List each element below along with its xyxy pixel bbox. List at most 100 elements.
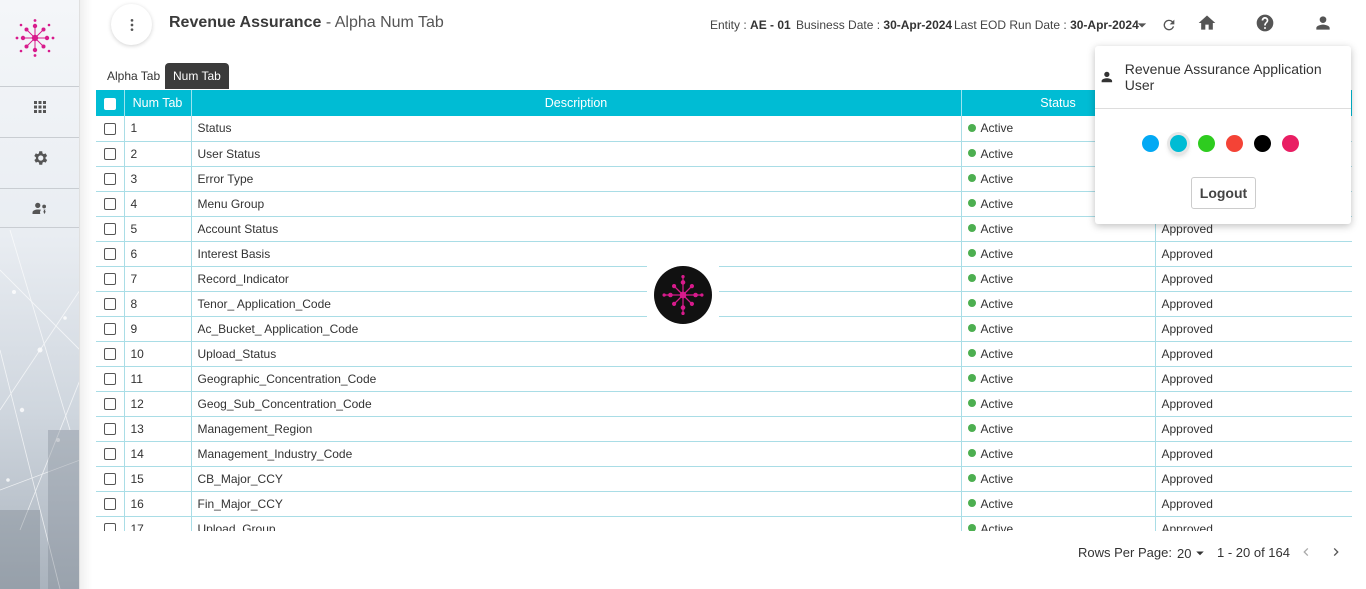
status-cell: Active bbox=[961, 391, 1156, 417]
table-row[interactable]: 7 Record_Indicator Active Approved bbox=[96, 266, 1352, 292]
description-cell: Geographic_Concentration_Code bbox=[191, 366, 962, 392]
status-dot-icon bbox=[967, 124, 976, 133]
business-date-label: Business Date : bbox=[796, 18, 881, 32]
row-checkbox[interactable] bbox=[103, 173, 116, 186]
status-text: Active bbox=[980, 371, 1014, 386]
status-text: Active bbox=[980, 496, 1014, 511]
sidebar-item-users[interactable] bbox=[0, 188, 79, 228]
row-checkbox[interactable] bbox=[103, 248, 116, 261]
row-select-cell bbox=[96, 441, 125, 467]
num-tab-cell: 16 bbox=[124, 491, 192, 517]
row-checkbox[interactable] bbox=[103, 448, 116, 461]
select-all-checkbox[interactable] bbox=[103, 97, 116, 110]
status-cell: Active bbox=[961, 466, 1156, 492]
status-text: Active bbox=[980, 396, 1014, 411]
num-tab-cell: 7 bbox=[124, 266, 192, 292]
rows-per-page-label: Rows Per Page: bbox=[1078, 545, 1172, 560]
loading-spinner bbox=[647, 265, 719, 325]
row-select-cell bbox=[96, 241, 125, 267]
row-checkbox[interactable] bbox=[103, 423, 116, 436]
theme-swatch-cyan[interactable] bbox=[1170, 135, 1187, 152]
user-menu-button[interactable] bbox=[1312, 12, 1334, 34]
rows-per-page-select[interactable]: 20 bbox=[1177, 545, 1209, 562]
row-checkbox[interactable] bbox=[103, 273, 116, 286]
refresh-button[interactable] bbox=[1158, 14, 1180, 36]
row-select-cell bbox=[96, 341, 125, 367]
title-separator: - bbox=[321, 14, 335, 31]
row-checkbox[interactable] bbox=[103, 473, 116, 486]
status-cell: Active bbox=[961, 366, 1156, 392]
theme-swatch-light-blue[interactable] bbox=[1142, 135, 1159, 152]
row-checkbox[interactable] bbox=[103, 348, 116, 361]
table-row[interactable]: 17 Upload_Group Active Approved bbox=[96, 516, 1352, 531]
status-text: Active bbox=[980, 296, 1014, 311]
description-cell: Interest Basis bbox=[191, 241, 962, 267]
theme-swatch-pink[interactable] bbox=[1282, 135, 1299, 152]
entity-label: Entity : bbox=[710, 18, 747, 32]
status-dot-icon bbox=[967, 149, 976, 158]
status-text: Active bbox=[980, 446, 1014, 461]
auth-status-cell: Approved bbox=[1155, 291, 1352, 317]
spinner-logo-icon bbox=[662, 274, 704, 316]
table-row[interactable]: 8 Tenor_ Application_Code Active Approved bbox=[96, 291, 1352, 317]
table-row[interactable]: 12 Geog_Sub_Concentration_Code Active Appro… bbox=[96, 391, 1352, 417]
next-page-button[interactable] bbox=[1328, 544, 1344, 563]
status-cell: Active bbox=[961, 516, 1156, 532]
row-checkbox[interactable] bbox=[103, 323, 116, 336]
tab-alpha[interactable]: Alpha Tab bbox=[99, 63, 169, 89]
eod-dropdown-toggle[interactable] bbox=[1131, 14, 1153, 36]
help-button[interactable] bbox=[1254, 12, 1276, 34]
row-select-cell bbox=[96, 216, 125, 242]
kebab-menu-button[interactable] bbox=[111, 4, 152, 45]
row-checkbox[interactable] bbox=[103, 148, 116, 161]
table-row[interactable]: 16 Fin_Major_CCY Active Approved bbox=[96, 491, 1352, 517]
table-row[interactable]: 13 Management_Region Active Approved bbox=[96, 416, 1352, 442]
status-dot-icon bbox=[967, 499, 976, 508]
column-header-description[interactable]: Description bbox=[191, 90, 962, 116]
status-dot-icon bbox=[967, 424, 976, 433]
logout-button[interactable]: Logout bbox=[1191, 177, 1256, 209]
theme-swatch-black[interactable] bbox=[1254, 135, 1271, 152]
sidebar-item-apps[interactable] bbox=[0, 86, 79, 126]
status-text: Active bbox=[980, 196, 1014, 211]
row-checkbox[interactable] bbox=[103, 398, 116, 411]
status-text: Active bbox=[980, 421, 1014, 436]
home-button[interactable] bbox=[1196, 12, 1218, 34]
row-select-cell bbox=[96, 116, 125, 142]
theme-swatch-green[interactable] bbox=[1198, 135, 1215, 152]
theme-swatch-red[interactable] bbox=[1226, 135, 1243, 152]
row-checkbox[interactable] bbox=[103, 523, 116, 531]
table-row[interactable]: 11 Geographic_Concentration_Code Active App… bbox=[96, 366, 1352, 392]
sidebar-background-art bbox=[0, 230, 79, 589]
num-tab-cell: 14 bbox=[124, 441, 192, 467]
previous-page-button[interactable] bbox=[1298, 544, 1314, 563]
status-cell: Active bbox=[961, 291, 1156, 317]
status-text: Active bbox=[980, 521, 1014, 532]
status-dot-icon bbox=[967, 449, 976, 458]
description-cell: User Status bbox=[191, 141, 962, 167]
status-dot-icon bbox=[967, 399, 976, 408]
row-checkbox[interactable] bbox=[103, 198, 116, 211]
row-select-cell bbox=[96, 466, 125, 492]
column-header-num-tab[interactable]: Num Tab bbox=[124, 90, 192, 116]
row-checkbox[interactable] bbox=[103, 373, 116, 386]
sidebar-item-settings[interactable] bbox=[0, 137, 79, 177]
row-select-cell bbox=[96, 366, 125, 392]
row-checkbox[interactable] bbox=[103, 298, 116, 311]
help-icon bbox=[1256, 14, 1274, 32]
table-row[interactable]: 9 Ac_Bucket_ Application_Code Active Approv… bbox=[96, 316, 1352, 342]
status-dot-icon bbox=[967, 324, 976, 333]
user-icon bbox=[1101, 71, 1113, 83]
app-logo bbox=[15, 19, 55, 57]
table-row[interactable]: 10 Upload_Status Active Approved bbox=[96, 341, 1352, 367]
row-checkbox[interactable] bbox=[103, 498, 116, 511]
tab-num[interactable]: Num Tab bbox=[165, 63, 229, 89]
num-tab-cell: 2 bbox=[124, 141, 192, 167]
row-checkbox[interactable] bbox=[103, 123, 116, 136]
table-row[interactable]: 14 Management_Industry_Code Active Approved bbox=[96, 441, 1352, 467]
row-select-cell bbox=[96, 166, 125, 192]
row-checkbox[interactable] bbox=[103, 223, 116, 236]
table-row[interactable]: 15 CB_Major_CCY Active Approved bbox=[96, 466, 1352, 492]
row-select-cell bbox=[96, 291, 125, 317]
table-row[interactable]: 6 Interest Basis Active Approved bbox=[96, 241, 1352, 267]
